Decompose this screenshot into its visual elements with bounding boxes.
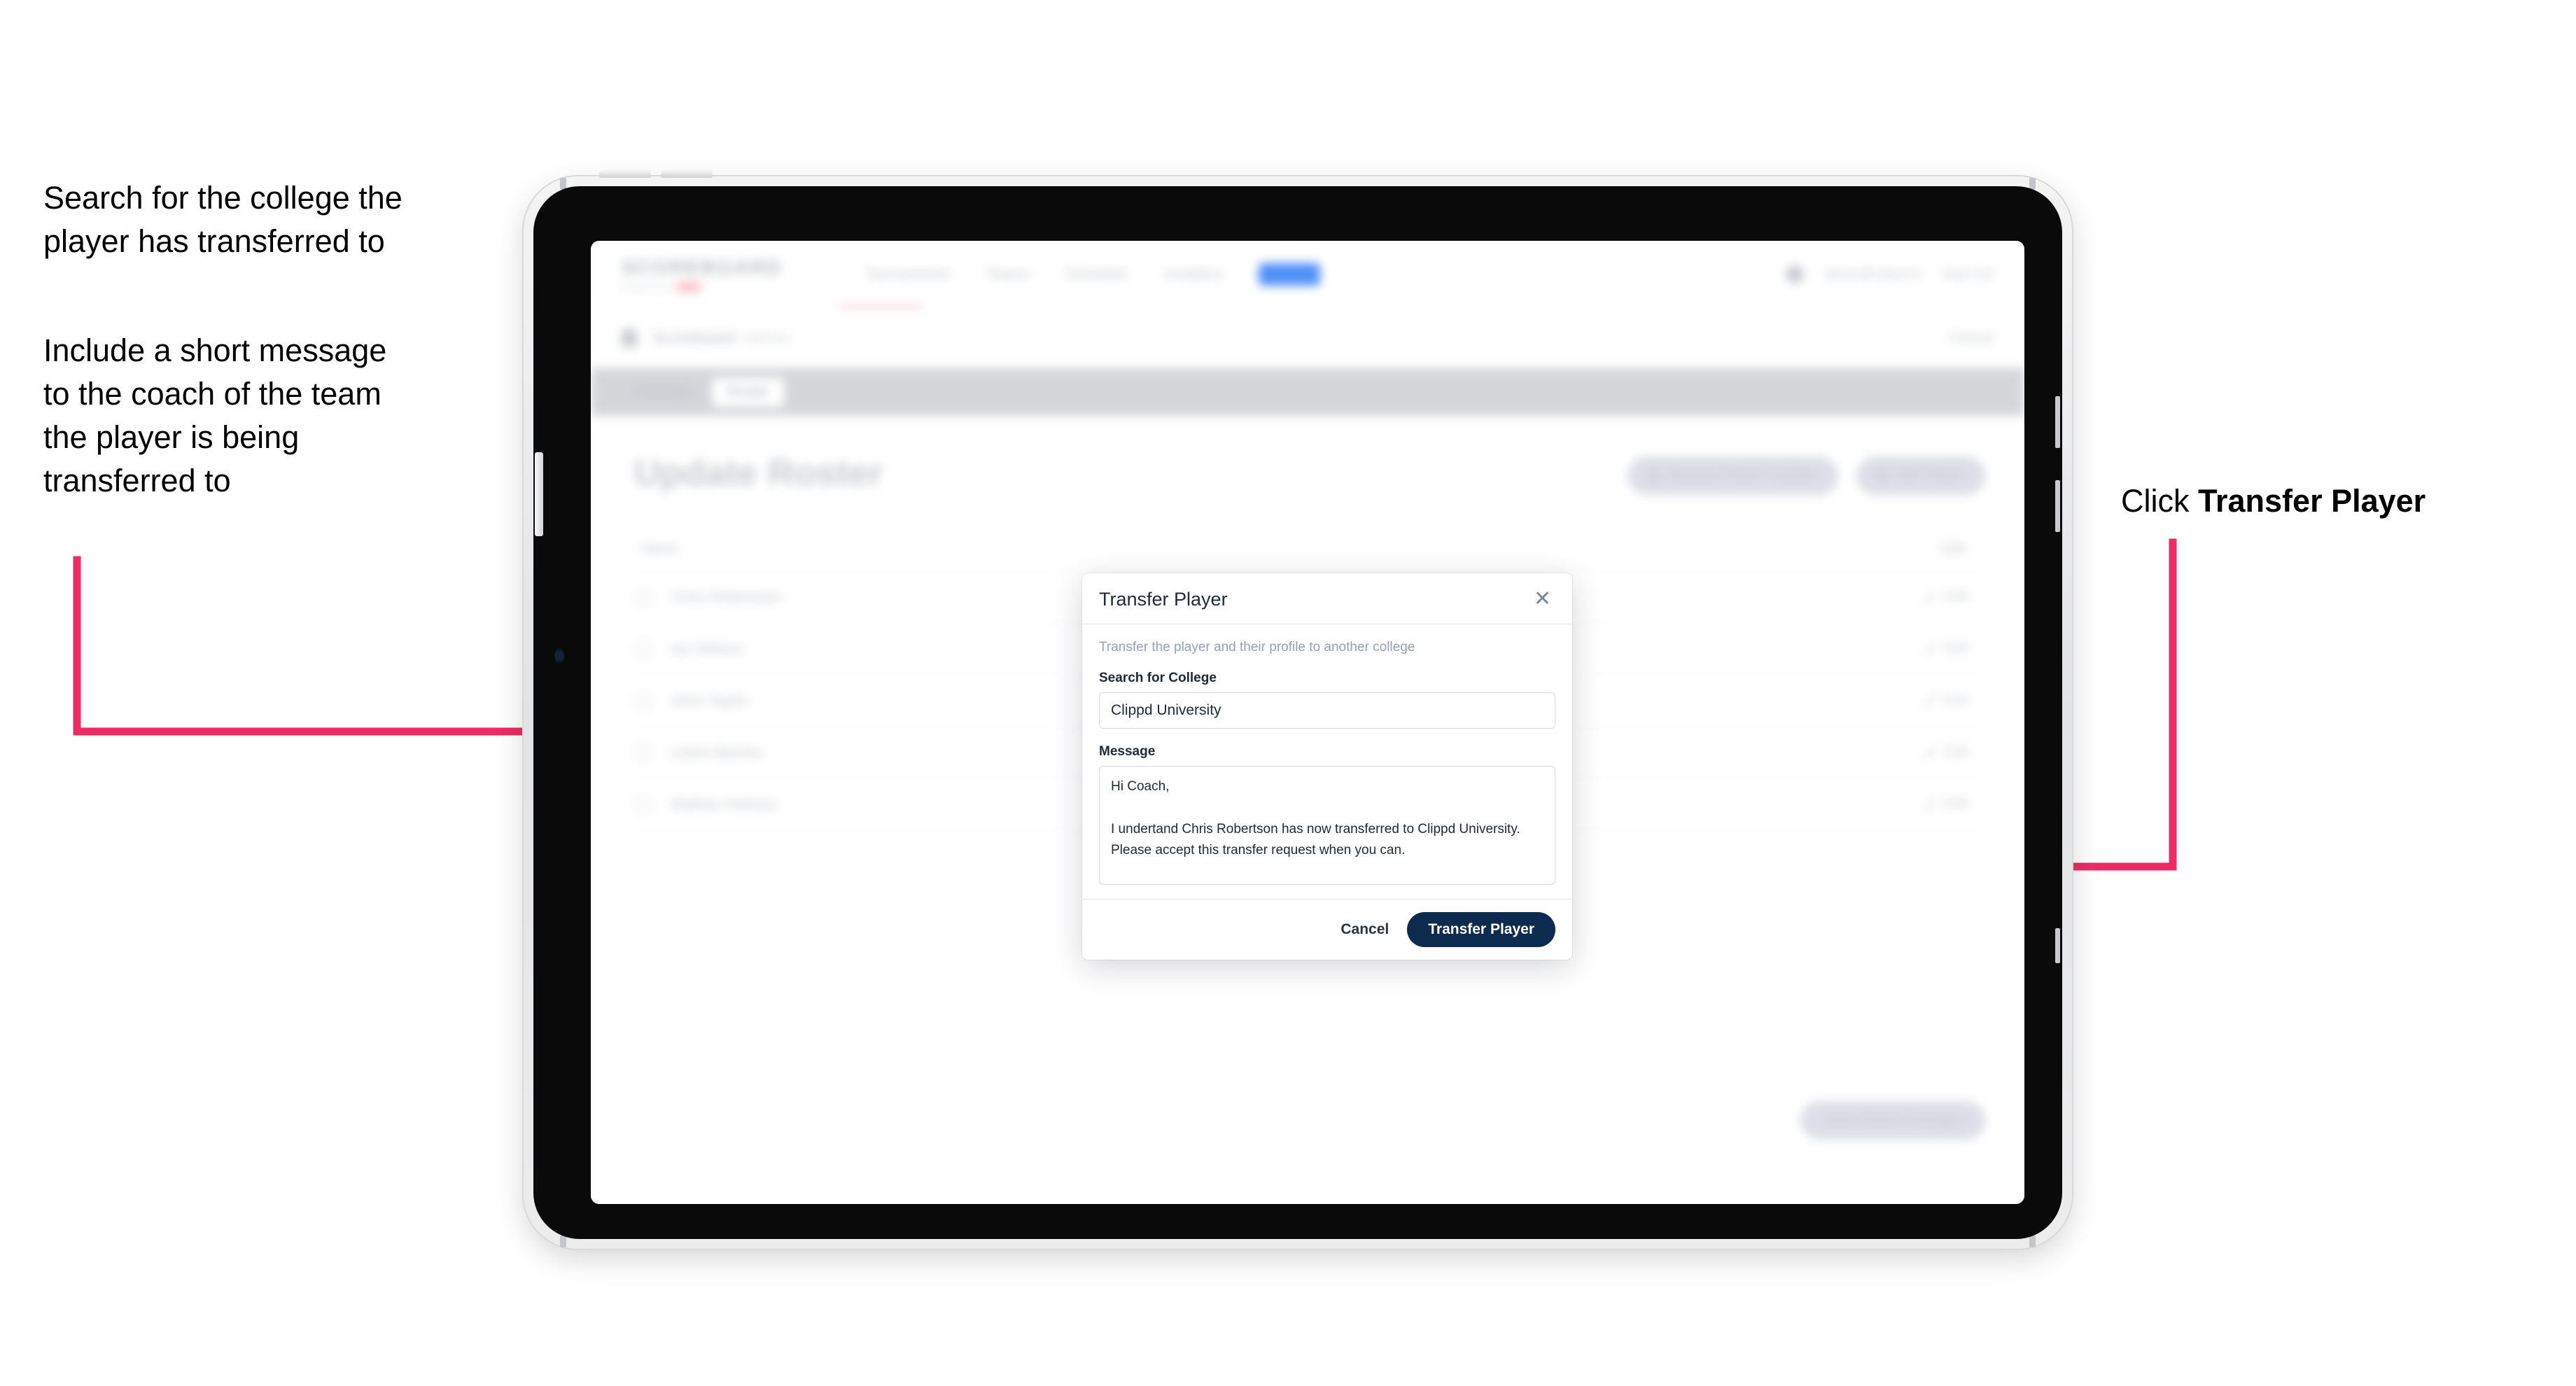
dialog-body: Transfer the player and their profile to… (1082, 624, 1572, 899)
volume-up-button[interactable] (599, 169, 651, 178)
cancel-button[interactable]: Cancel (1340, 921, 1389, 938)
college-field-group: Search for College (1099, 671, 1555, 729)
transfer-player-button[interactable]: Transfer Player (1407, 912, 1555, 947)
volume-down-button[interactable] (661, 169, 713, 178)
modal-layer: Transfer Player ✕ Transfer the player an… (591, 241, 2024, 1204)
annotation-include-message: Include a short message to the coach of … (43, 332, 387, 499)
dialog-footer: Cancel Transfer Player (1082, 899, 1572, 960)
search-college-input[interactable] (1099, 692, 1555, 729)
college-field-label: Search for College (1099, 671, 1217, 685)
front-camera-icon (554, 648, 564, 664)
dialog-title: Transfer Player (1099, 588, 1228, 610)
dialog-description: Transfer the player and their profile to… (1099, 640, 1415, 654)
tablet-device-frame: SCOREBOARD Powered by Tournaments Teams … (524, 169, 2072, 1249)
message-field-label: Message (1099, 744, 1156, 759)
transfer-player-dialog: Transfer Player ✕ Transfer the player an… (1082, 573, 1572, 960)
side-antenna-upper (2055, 396, 2060, 448)
close-icon[interactable]: ✕ (1530, 587, 1555, 611)
screenshot-root: Search for the college the player has tr… (0, 0, 2576, 1386)
power-button[interactable] (535, 452, 543, 536)
annotation-search-college: Search for the college the player has tr… (43, 180, 402, 260)
annotation-right-prefix: Click (2121, 483, 2198, 519)
antenna-line-bottom-left (560, 1236, 566, 1247)
annotation-click-transfer-player: Click Transfer Player (2121, 479, 2555, 523)
side-antenna-lower (2055, 928, 2060, 963)
message-textarea[interactable]: Hi Coach, I undertand Chris Robertson ha… (1099, 766, 1555, 885)
annotation-right-bold: Transfer Player (2198, 483, 2426, 519)
dialog-header: Transfer Player ✕ (1082, 573, 1572, 624)
message-field-group: Message Hi Coach, I undertand Chris Robe… (1099, 744, 1555, 885)
side-antenna-middle (2055, 480, 2060, 532)
antenna-line-bottom-right (2029, 1236, 2036, 1247)
tablet-screen: SCOREBOARD Powered by Tournaments Teams … (591, 241, 2024, 1204)
tablet-bezel: SCOREBOARD Powered by Tournaments Teams … (533, 186, 2062, 1239)
